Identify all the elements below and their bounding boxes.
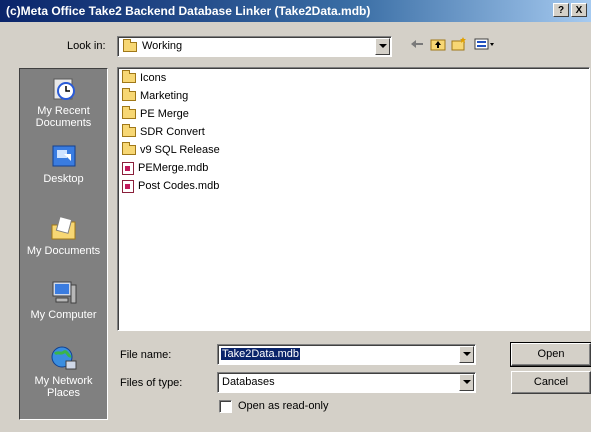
folder-icon <box>122 88 136 102</box>
up-folder-icon[interactable] <box>430 36 446 52</box>
back-arrow-icon[interactable] <box>409 36 425 52</box>
chevron-down-icon[interactable] <box>375 38 390 55</box>
new-folder-icon[interactable] <box>451 36 467 52</box>
network-places-icon <box>49 345 79 373</box>
title-bar: (c)Meta Office Take2 Backend Database Li… <box>0 0 591 22</box>
file-name-label: File name: <box>120 349 172 361</box>
look-in-label: Look in: <box>67 40 106 52</box>
access-database-icon <box>122 179 134 193</box>
place-label: My Network Places <box>34 375 93 399</box>
list-item-folder-icons[interactable]: Icons <box>122 70 166 86</box>
places-bar: My Recent Documents Desktop My Documents <box>19 68 108 420</box>
files-of-type-value: Databases <box>222 376 275 388</box>
list-item-folder-pe-merge[interactable]: PE Merge <box>122 106 189 122</box>
list-item-file-pemerge[interactable]: PEMerge.mdb <box>122 160 208 176</box>
look-in-dropdown[interactable]: Working <box>117 36 392 57</box>
access-database-icon <box>122 161 134 175</box>
list-item-folder-v9-sql-release[interactable]: v9 SQL Release <box>122 142 220 158</box>
place-my-computer[interactable]: My Computer <box>20 279 107 321</box>
place-label: My Documents <box>26 245 101 257</box>
desktop-icon <box>49 143 79 171</box>
recent-documents-icon <box>49 75 79 103</box>
file-name-value: Take2Data.mdb <box>221 348 301 360</box>
my-documents-icon <box>49 215 79 243</box>
my-computer-icon <box>49 279 79 307</box>
look-in-value: Working <box>142 40 183 52</box>
cancel-button[interactable]: Cancel <box>511 371 591 394</box>
file-name-field[interactable]: Take2Data.mdb <box>217 344 476 365</box>
folder-icon <box>123 39 137 52</box>
open-button[interactable]: Open <box>510 342 591 367</box>
place-network-places[interactable]: My Network Places <box>20 345 107 399</box>
views-menu-icon[interactable] <box>474 36 496 52</box>
folder-icon <box>122 142 136 156</box>
list-item-folder-marketing[interactable]: Marketing <box>122 88 188 104</box>
file-list[interactable]: Icons Marketing PE Merge SDR Convert v9 … <box>117 67 590 331</box>
list-item-folder-sdr-convert[interactable]: SDR Convert <box>122 124 205 140</box>
place-desktop[interactable]: Desktop <box>20 143 107 185</box>
folder-icon <box>122 124 136 138</box>
chevron-down-icon[interactable] <box>459 346 474 363</box>
place-label: My Computer <box>30 309 97 321</box>
chevron-down-icon[interactable] <box>459 374 474 391</box>
list-item-file-post-codes[interactable]: Post Codes.mdb <box>122 178 219 194</box>
place-recent-documents[interactable]: My Recent Documents <box>20 75 107 129</box>
files-of-type-dropdown[interactable]: Databases <box>217 372 476 393</box>
close-button[interactable]: X <box>571 3 587 17</box>
files-of-type-label: Files of type: <box>120 377 183 389</box>
place-label: Desktop <box>43 173 84 185</box>
read-only-checkbox[interactable] <box>219 400 232 413</box>
help-button[interactable]: ? <box>553 3 569 17</box>
place-label: My Recent Documents <box>35 105 92 129</box>
folder-icon <box>122 106 136 120</box>
read-only-label[interactable]: Open as read-only <box>238 400 329 412</box>
place-my-documents[interactable]: My Documents <box>20 215 107 257</box>
folder-icon <box>122 70 136 84</box>
window-title: (c)Meta Office Take2 Backend Database Li… <box>6 4 371 18</box>
